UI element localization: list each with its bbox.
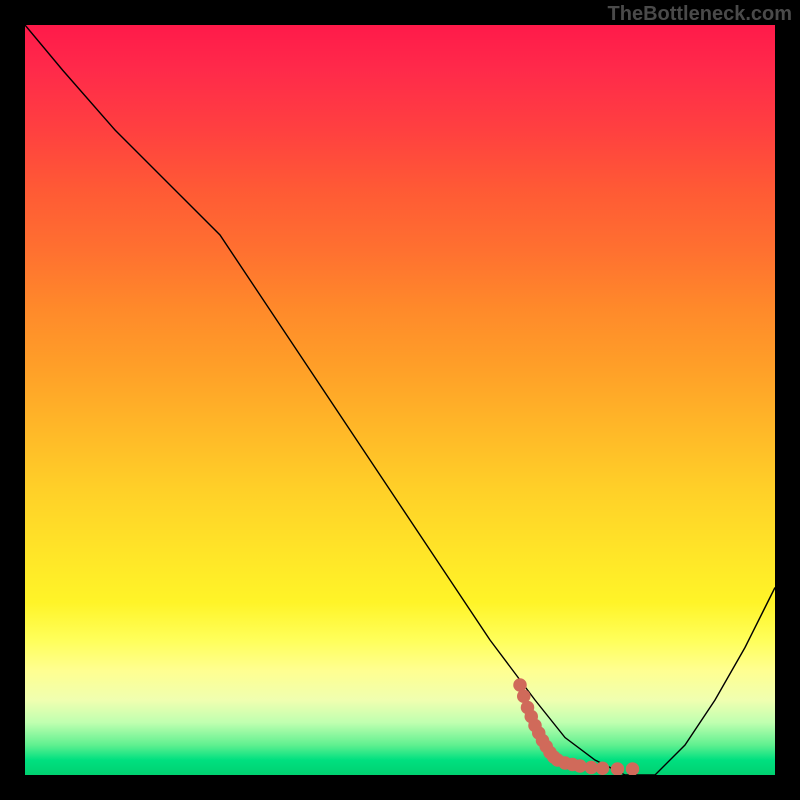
watermark: TheBottleneck.com [608, 3, 792, 26]
chart-area [25, 25, 775, 775]
chart-markers [25, 25, 775, 775]
marker-dot [626, 762, 640, 775]
marker-dot [596, 762, 610, 776]
marker-dot [611, 762, 625, 775]
